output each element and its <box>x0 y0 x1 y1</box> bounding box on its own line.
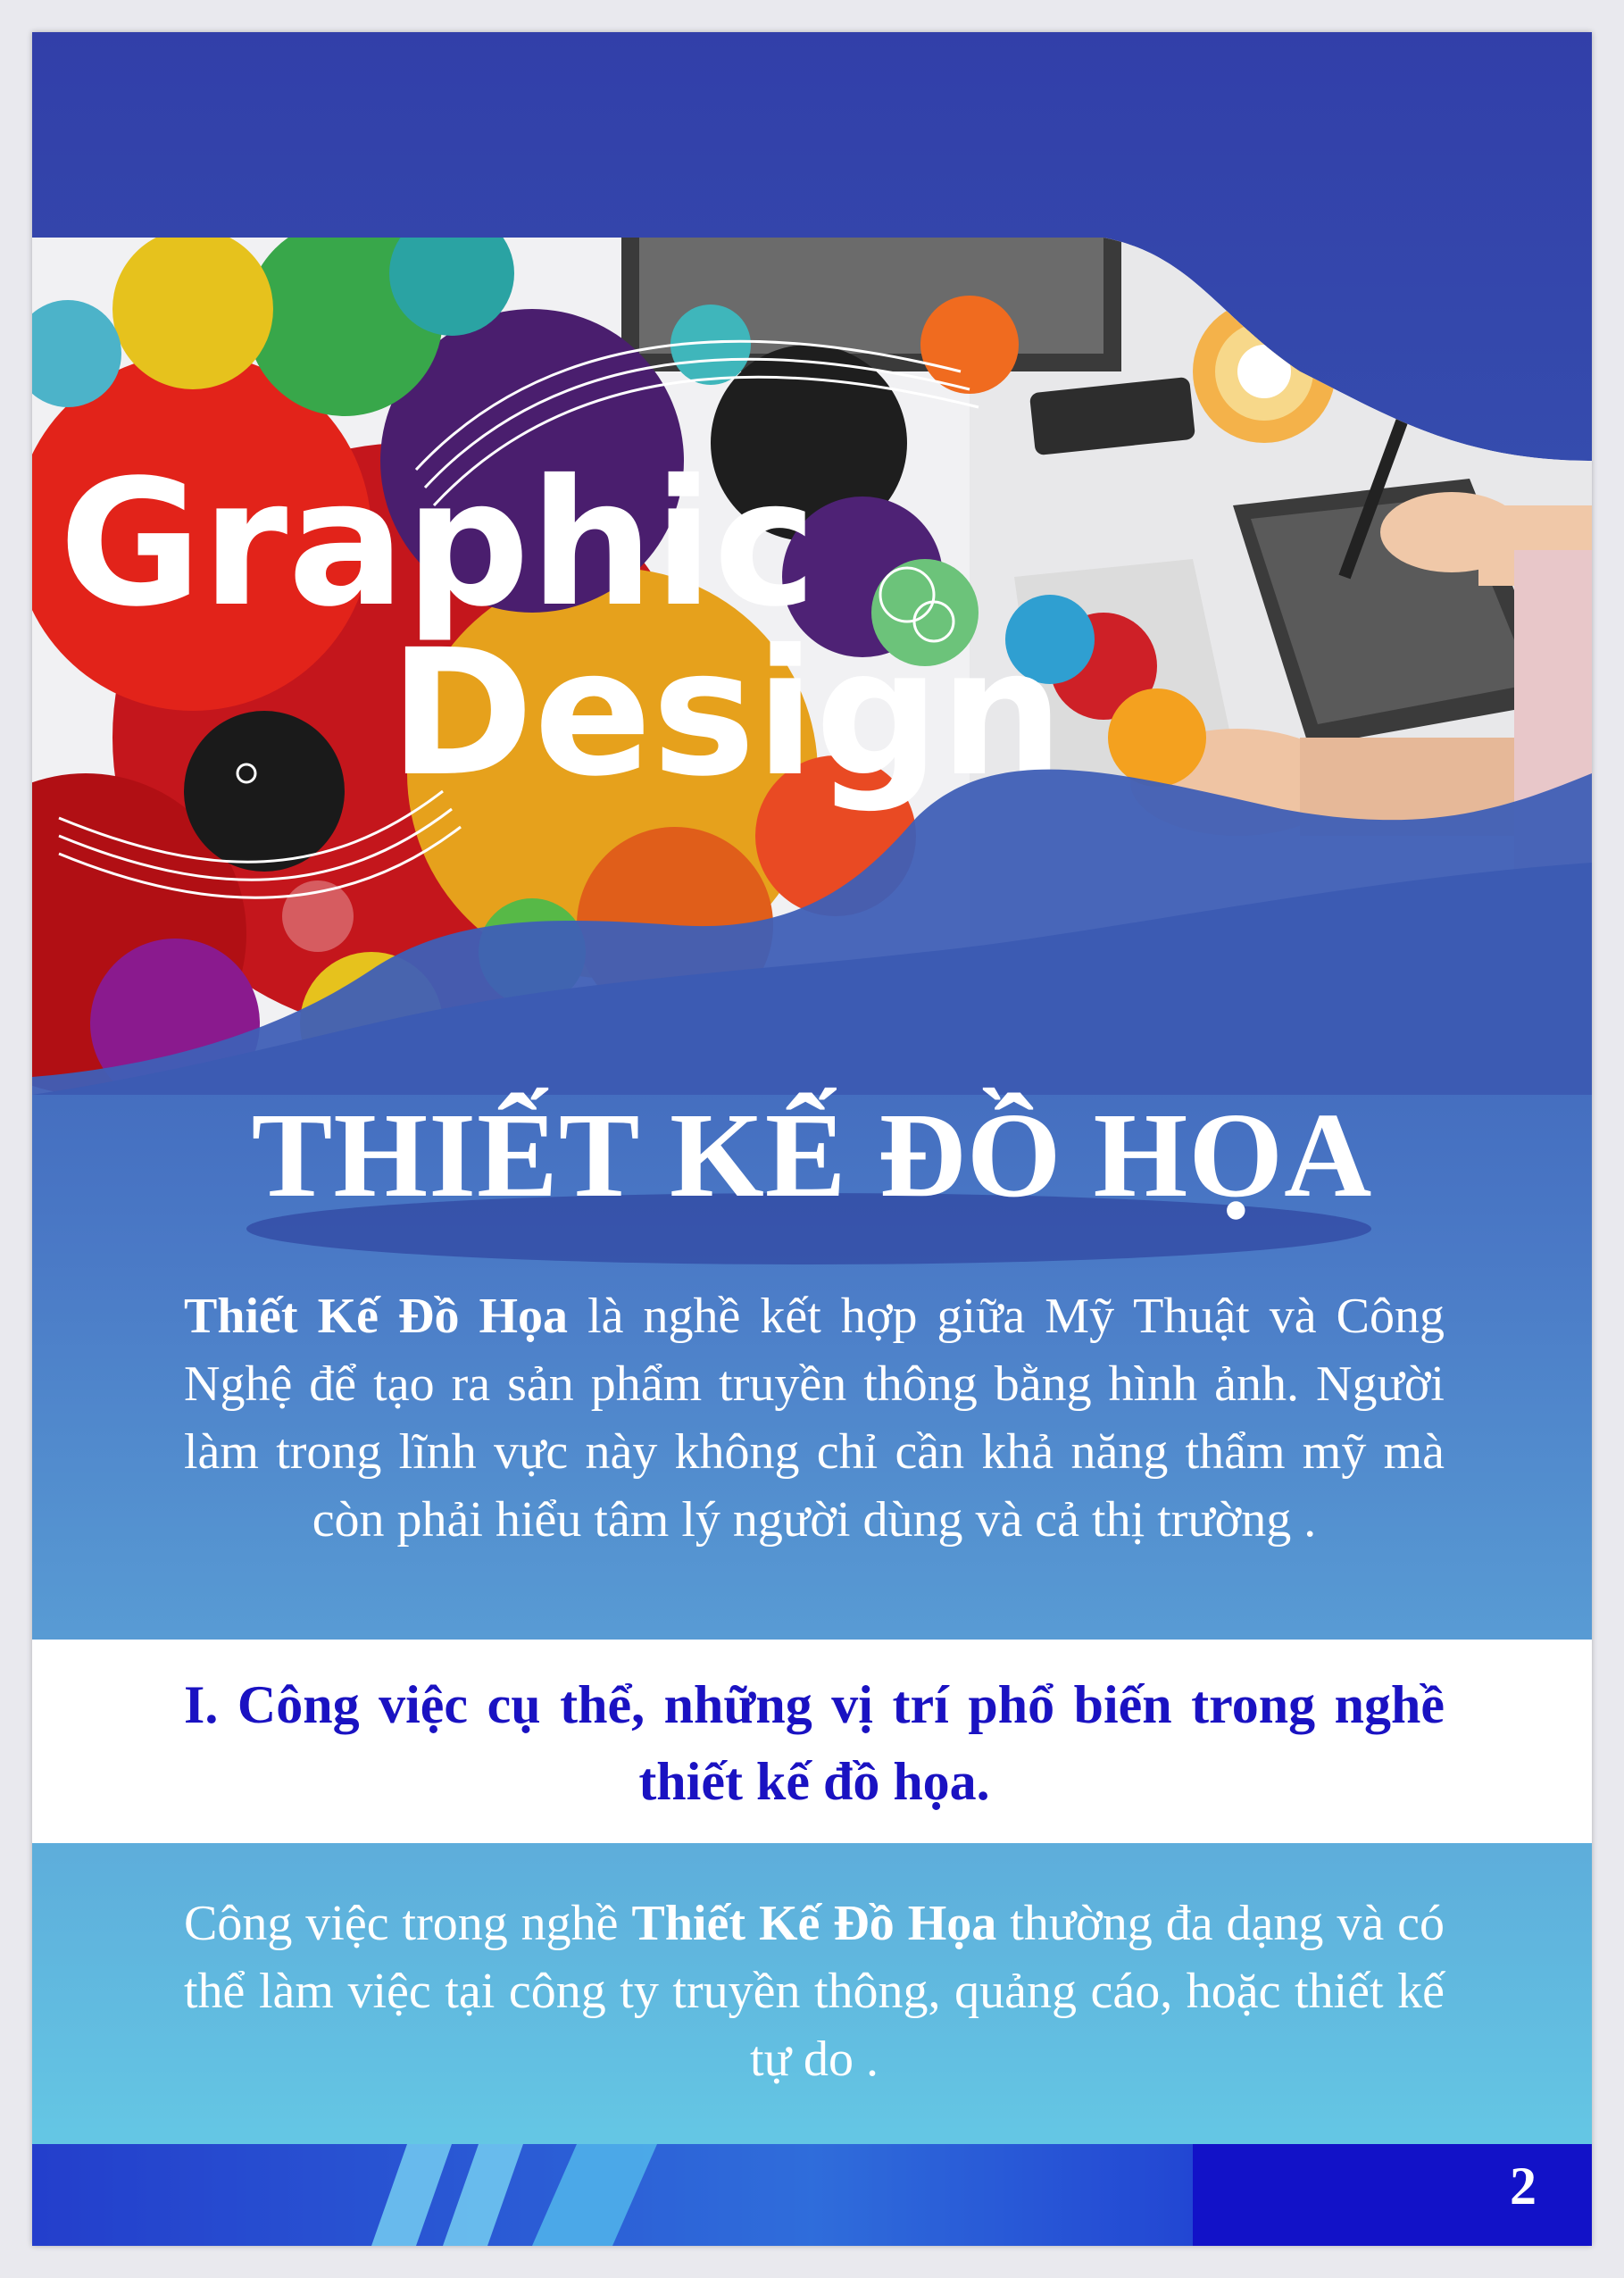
graphic-design-photo: Graphic Design <box>32 238 1592 1095</box>
page-title: THIẾT KẾ ĐỒ HỌA <box>251 1089 1373 1222</box>
intro-bold-lead: Thiết Kế Đồ Họa <box>184 1289 569 1344</box>
hero-word-design: Design <box>389 612 1063 814</box>
body-text-before: Công việc trong nghề <box>184 1896 632 1951</box>
body-paragraph: Công việc trong nghề Thiết Kế Đồ Họa thư… <box>184 1890 1445 2093</box>
page-number: 2 <box>1510 2157 1537 2215</box>
intro-paragraph: Thiết Kế Đồ Họa là nghề kết hợp giữa Mỹ … <box>184 1282 1445 1554</box>
footer-bar <box>32 2144 1592 2246</box>
body-text-bold: Thiết Kế Đồ Họa <box>631 1896 997 1951</box>
hero-image: Graphic Design <box>32 238 1592 1095</box>
footer-stripes <box>32 2144 1592 2246</box>
brochure-page: Graphic Design THIẾT KẾ ĐỒ HỌA Thiết Kế … <box>32 32 1592 2246</box>
section-heading: I. Công việc cụ thể, những vị trí phổ bi… <box>184 1675 1445 1811</box>
